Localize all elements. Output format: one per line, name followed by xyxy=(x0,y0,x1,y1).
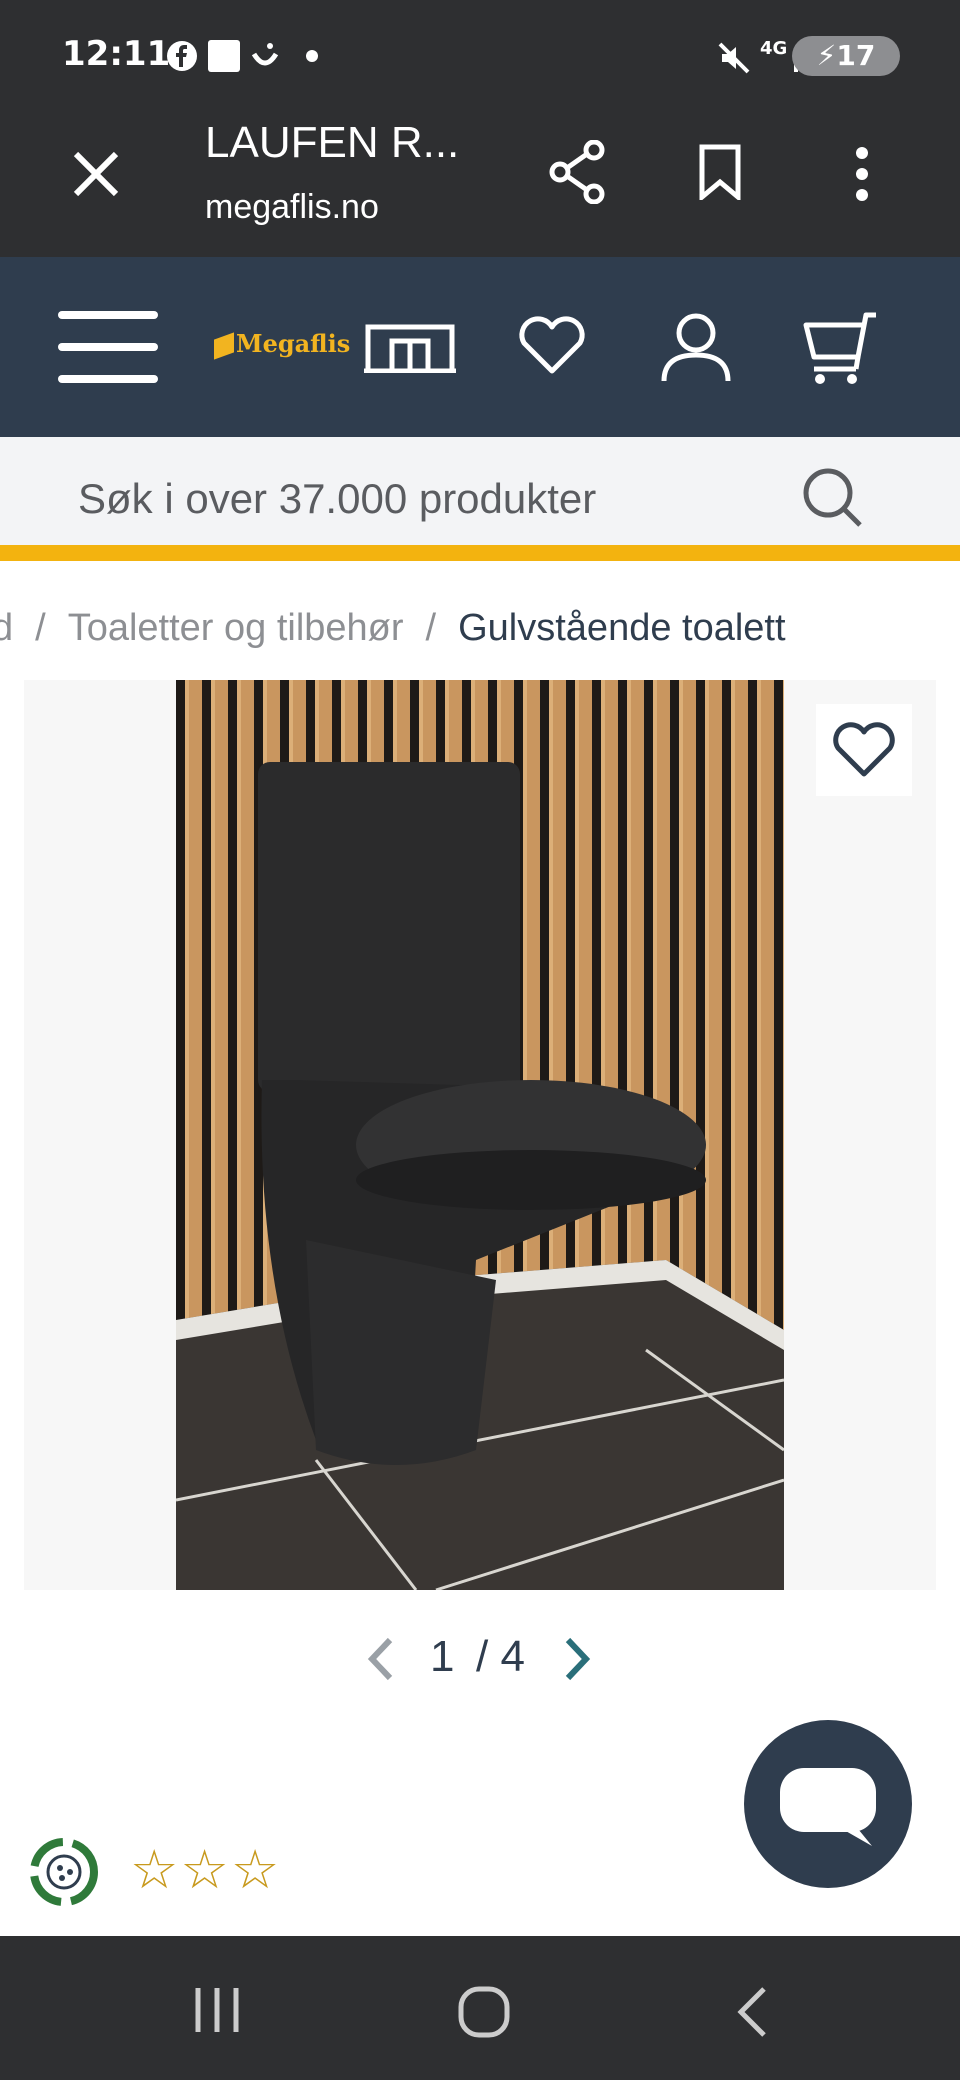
share-icon[interactable] xyxy=(548,140,608,204)
chevron-right-icon[interactable] xyxy=(564,1636,592,1682)
product-gallery[interactable] xyxy=(24,680,936,1590)
breadcrumb-item[interactable]: d xyxy=(0,607,13,649)
gallery-pager: 1 / 4 xyxy=(0,1628,960,1688)
breadcrumb-separator: / xyxy=(425,607,437,649)
menu-icon[interactable] xyxy=(58,311,158,383)
product-photo[interactable] xyxy=(176,680,784,1590)
network-type: 4G xyxy=(760,38,788,59)
notification-square-icon xyxy=(208,40,240,72)
home-icon[interactable] xyxy=(458,1986,510,2038)
wishlist-button[interactable] xyxy=(816,704,912,796)
breadcrumb-current[interactable]: Gulvstående toalett xyxy=(458,607,785,649)
logo-mark-icon xyxy=(214,331,234,360)
showroom-icon[interactable] xyxy=(364,323,456,373)
search-bar[interactable]: Søk i over 37.000 produkter xyxy=(0,437,960,561)
close-icon[interactable] xyxy=(72,150,120,198)
bolt-icon: ⚡ xyxy=(816,39,837,72)
browser-header: LAUFEN R... megaflis.no xyxy=(0,112,960,257)
account-icon[interactable] xyxy=(660,311,732,383)
smile-icon xyxy=(251,43,279,66)
facebook-icon xyxy=(167,41,197,71)
breadcrumb-item[interactable]: Toaletter og tilbehør xyxy=(68,607,404,649)
megaflis-logo[interactable]: Megaflis xyxy=(214,329,351,360)
recent-apps-icon[interactable] xyxy=(194,1986,240,2034)
mute-icon xyxy=(718,42,750,74)
battery-indicator: ⚡17 xyxy=(792,36,900,76)
heart-icon xyxy=(833,722,895,777)
dot-icon xyxy=(306,50,318,62)
favorites-icon[interactable] xyxy=(518,315,586,375)
status-bar: 12:11 4G ⚡17 xyxy=(0,0,960,112)
bookmark-icon[interactable] xyxy=(698,144,742,200)
chat-button[interactable] xyxy=(744,1720,912,1888)
logo-text: Megaflis xyxy=(236,329,351,358)
page-title: LAUFEN R... xyxy=(205,118,460,167)
chevron-left-icon[interactable] xyxy=(366,1636,394,1682)
breadcrumb: d / Toaletter og tilbehør / Gulvstående toal… xyxy=(0,577,960,667)
site-navigation: Megaflis xyxy=(0,257,960,437)
battery-level: 17 xyxy=(836,39,876,72)
rating-stars[interactable]: ☆☆☆ xyxy=(130,1838,281,1901)
image-total: / 4 xyxy=(476,1632,525,1681)
search-icon[interactable] xyxy=(802,467,864,529)
cart-icon[interactable] xyxy=(802,311,878,387)
page-url: megaflis.no xyxy=(205,188,379,226)
status-time: 12:11 xyxy=(62,34,171,74)
chat-bubble-icon xyxy=(780,1768,876,1846)
android-navigation-bar xyxy=(0,1936,960,2080)
recycle-badge-icon xyxy=(30,1838,98,1906)
search-input[interactable]: Søk i over 37.000 produkter xyxy=(78,475,596,523)
image-total-value: 4 xyxy=(500,1632,525,1681)
breadcrumb-separator: / xyxy=(35,607,46,649)
back-icon[interactable] xyxy=(736,1986,768,2038)
more-options-icon[interactable] xyxy=(852,146,872,202)
current-image-number: 1 xyxy=(430,1632,455,1681)
